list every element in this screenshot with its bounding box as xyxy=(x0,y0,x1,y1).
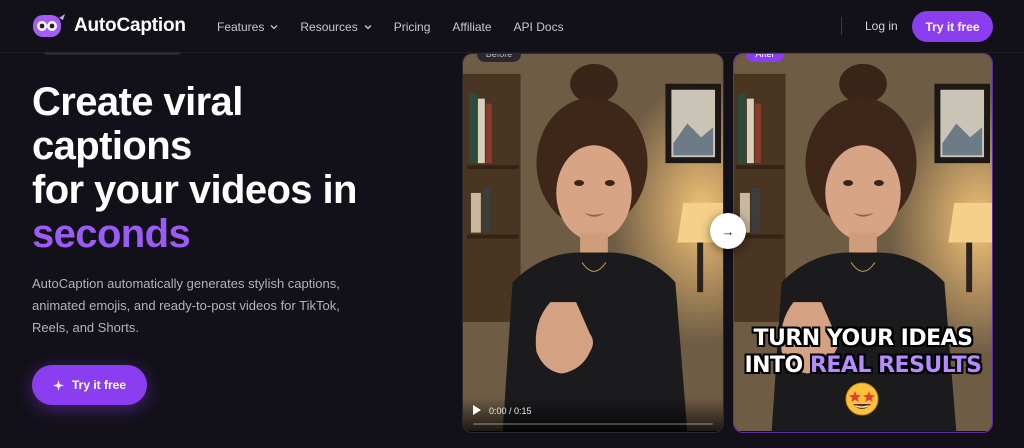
video-progress-bar[interactable] xyxy=(473,423,713,425)
top-navbar: AutoCaption Features Resources Pricing A… xyxy=(0,0,1024,53)
nav-try-free-button[interactable]: Try it free xyxy=(912,11,993,42)
caption-highlight: REAL RESULTS xyxy=(809,353,982,378)
video-after[interactable]: After TURN YOUR IDEAS INTO REAL RESULTS xyxy=(733,53,993,433)
nav-divider xyxy=(841,17,842,35)
video-before[interactable]: Before 0:00 / 0:15 xyxy=(462,53,724,433)
nav-link-label: Features xyxy=(217,19,265,34)
decorative-pill xyxy=(44,52,181,55)
login-link[interactable]: Log in xyxy=(865,19,898,33)
nav-link-api-docs[interactable]: API Docs xyxy=(514,20,564,34)
nav-link-label: API Docs xyxy=(513,19,564,34)
logo[interactable]: AutoCaption xyxy=(32,12,186,40)
caption-line-2: INTO REAL RESULTS xyxy=(734,353,992,379)
star-struck-emoji-icon xyxy=(845,382,879,416)
video-time: 0:00 / 0:15 xyxy=(489,406,532,416)
caption-line-1: TURN YOUR IDEAS xyxy=(753,326,973,351)
compare-arrow-button[interactable]: → xyxy=(710,213,746,249)
hero-cta-label: Try it free xyxy=(71,378,127,392)
headline-accent: seconds xyxy=(32,212,191,256)
before-badge: Before xyxy=(477,54,521,62)
logo-mark-icon xyxy=(33,14,65,37)
chevron-down-icon xyxy=(270,24,278,29)
play-icon[interactable] xyxy=(473,405,481,415)
hero-headline: Create viral captions for your videos in… xyxy=(32,80,432,256)
headline-line: captions xyxy=(32,124,192,168)
video-controls: 0:00 / 0:15 xyxy=(463,398,723,432)
hero-subtext: AutoCaption automatically generates styl… xyxy=(32,276,340,335)
headline-line: Create viral xyxy=(32,80,243,124)
nav-links: Features Resources Pricing Affiliate API… xyxy=(217,0,586,53)
nav-link-features[interactable]: Features xyxy=(217,20,278,34)
headline-line: for your videos in xyxy=(32,168,357,212)
video-frame-image xyxy=(463,54,723,432)
brand-name: AutoCaption xyxy=(74,15,186,36)
arrow-right-icon: → xyxy=(721,223,735,239)
nav-link-label: Affiliate xyxy=(452,19,492,34)
nav-link-resources[interactable]: Resources xyxy=(300,19,372,34)
sparkle-icon xyxy=(52,379,64,391)
chevron-down-icon xyxy=(364,24,372,29)
nav-link-affiliate[interactable]: Affiliate xyxy=(452,20,491,34)
nav-link-pricing[interactable]: Pricing xyxy=(394,20,431,34)
after-badge: After xyxy=(746,54,784,62)
caption-prefix: INTO xyxy=(744,353,803,378)
nav-link-label: Resources xyxy=(300,19,358,34)
hero-try-free-button[interactable]: Try it free xyxy=(32,365,147,405)
nav-link-label: Pricing xyxy=(393,19,431,34)
